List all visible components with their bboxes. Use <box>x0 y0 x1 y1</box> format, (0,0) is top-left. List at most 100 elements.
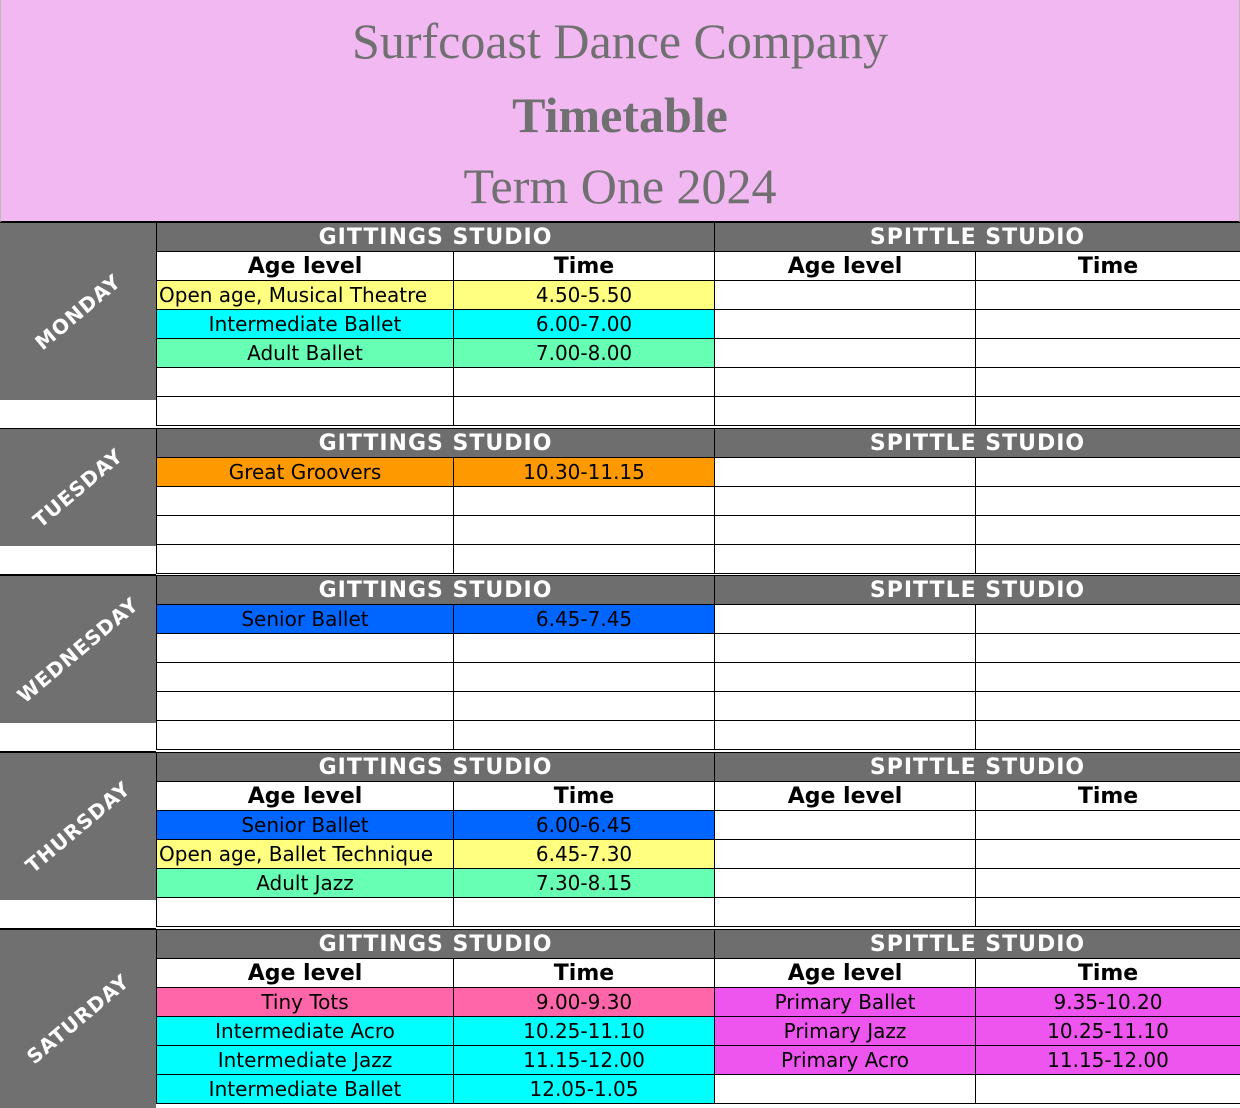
empty-cell[interactable] <box>976 368 1240 397</box>
class-cell[interactable]: Intermediate Ballet <box>157 1075 454 1104</box>
class-cell[interactable]: Primary Jazz <box>715 1017 976 1046</box>
empty-cell[interactable] <box>715 605 976 634</box>
empty-cell[interactable] <box>157 516 454 545</box>
empty-cell[interactable] <box>976 458 1240 487</box>
empty-cell[interactable] <box>157 545 454 574</box>
empty-cell[interactable] <box>976 634 1240 663</box>
day-spacer-thursday[interactable] <box>0 900 156 929</box>
empty-cell[interactable] <box>715 368 976 397</box>
empty-cell[interactable] <box>715 840 976 869</box>
empty-cell[interactable] <box>976 869 1240 898</box>
empty-cell[interactable] <box>715 692 976 721</box>
class-cell[interactable]: Intermediate Ballet <box>157 310 454 339</box>
empty-cell[interactable] <box>976 721 1240 750</box>
time-cell[interactable]: 4.50-5.50 <box>454 281 715 310</box>
empty-cell[interactable] <box>976 487 1240 516</box>
empty-cell[interactable] <box>454 898 715 927</box>
class-cell[interactable]: Adult Ballet <box>157 339 454 368</box>
empty-cell[interactable] <box>454 721 715 750</box>
empty-cell[interactable] <box>976 281 1240 310</box>
day-spacer-monday[interactable] <box>0 400 156 429</box>
empty-cell[interactable] <box>976 339 1240 368</box>
empty-cell[interactable] <box>976 605 1240 634</box>
empty-cell[interactable] <box>454 516 715 545</box>
time-cell[interactable]: 9.35-10.20 <box>976 988 1240 1017</box>
empty-cell[interactable] <box>976 811 1240 840</box>
empty-cell[interactable] <box>157 898 454 927</box>
empty-cell[interactable] <box>715 281 976 310</box>
time-cell[interactable]: 10.25-11.10 <box>976 1017 1240 1046</box>
empty-cell[interactable] <box>715 397 976 426</box>
time-cell[interactable]: 9.00-9.30 <box>454 988 715 1017</box>
empty-cell[interactable] <box>976 840 1240 869</box>
class-cell[interactable]: Senior Ballet <box>157 605 454 634</box>
time-cell[interactable]: 7.30-8.15 <box>454 869 715 898</box>
empty-cell[interactable] <box>976 898 1240 927</box>
empty-cell[interactable] <box>454 487 715 516</box>
class-cell[interactable]: Intermediate Acro <box>157 1017 454 1046</box>
empty-cell[interactable] <box>715 516 976 545</box>
table-row: Adult Jazz 7.30-8.15 <box>157 869 1240 898</box>
empty-cell[interactable] <box>157 721 454 750</box>
empty-cell[interactable] <box>454 663 715 692</box>
day-label-saturday[interactable]: SATURDAY <box>0 929 156 1108</box>
time-cell[interactable]: 6.45-7.45 <box>454 605 715 634</box>
time-cell[interactable]: 12.05-1.05 <box>454 1075 715 1104</box>
timetable-header[interactable]: Surfcoast Dance Company Timetable Term O… <box>0 0 1240 223</box>
day-spacer-wednesday[interactable] <box>0 723 156 752</box>
day-label-monday[interactable]: MONDAY <box>0 222 156 401</box>
class-cell[interactable]: Intermediate Jazz <box>157 1046 454 1075</box>
empty-cell[interactable] <box>157 692 454 721</box>
class-cell[interactable]: Open age, Musical Theatre <box>157 281 454 310</box>
day-spacer-tuesday[interactable] <box>0 546 156 575</box>
time-cell[interactable]: 6.45-7.30 <box>454 840 715 869</box>
empty-cell[interactable] <box>454 634 715 663</box>
studio-header-spittle: SPITTLE STUDIO <box>715 576 1240 605</box>
empty-cell[interactable] <box>454 692 715 721</box>
class-cell[interactable]: Tiny Tots <box>157 988 454 1017</box>
empty-cell[interactable] <box>454 397 715 426</box>
empty-cell[interactable] <box>715 310 976 339</box>
empty-cell[interactable] <box>715 458 976 487</box>
class-cell[interactable]: Primary Acro <box>715 1046 976 1075</box>
class-cell[interactable]: Adult Jazz <box>157 869 454 898</box>
empty-cell[interactable] <box>715 721 976 750</box>
time-cell[interactable]: 11.15-12.00 <box>454 1046 715 1075</box>
empty-cell[interactable] <box>976 545 1240 574</box>
time-cell[interactable]: 10.30-11.15 <box>454 458 715 487</box>
empty-cell[interactable] <box>976 397 1240 426</box>
class-cell[interactable]: Senior Ballet <box>157 811 454 840</box>
empty-cell[interactable] <box>157 663 454 692</box>
empty-cell[interactable] <box>157 397 454 426</box>
empty-cell[interactable] <box>157 634 454 663</box>
empty-cell[interactable] <box>715 339 976 368</box>
empty-cell[interactable] <box>976 1075 1240 1104</box>
empty-cell[interactable] <box>715 898 976 927</box>
empty-cell[interactable] <box>715 663 976 692</box>
empty-cell[interactable] <box>976 692 1240 721</box>
empty-cell[interactable] <box>454 545 715 574</box>
class-cell[interactable]: Open age, Ballet Technique <box>157 840 454 869</box>
empty-cell[interactable] <box>715 634 976 663</box>
empty-cell[interactable] <box>976 663 1240 692</box>
time-cell[interactable]: 10.25-11.10 <box>454 1017 715 1046</box>
empty-cell[interactable] <box>715 811 976 840</box>
empty-cell[interactable] <box>715 869 976 898</box>
time-cell[interactable]: 7.00-8.00 <box>454 339 715 368</box>
empty-cell[interactable] <box>715 545 976 574</box>
time-cell[interactable]: 6.00-7.00 <box>454 310 715 339</box>
empty-cell[interactable] <box>715 487 976 516</box>
day-label-wednesday[interactable]: WEDNESDAY <box>0 575 156 724</box>
time-cell[interactable]: 6.00-6.45 <box>454 811 715 840</box>
day-label-tuesday[interactable]: TUESDAY <box>0 428 156 547</box>
time-cell[interactable]: 11.15-12.00 <box>976 1046 1240 1075</box>
empty-cell[interactable] <box>157 368 454 397</box>
empty-cell[interactable] <box>454 368 715 397</box>
empty-cell[interactable] <box>976 310 1240 339</box>
day-label-thursday[interactable]: THURSDAY <box>0 752 156 901</box>
empty-cell[interactable] <box>715 1075 976 1104</box>
class-cell[interactable]: Great Groovers <box>157 458 454 487</box>
empty-cell[interactable] <box>976 516 1240 545</box>
empty-cell[interactable] <box>157 487 454 516</box>
class-cell[interactable]: Primary Ballet <box>715 988 976 1017</box>
